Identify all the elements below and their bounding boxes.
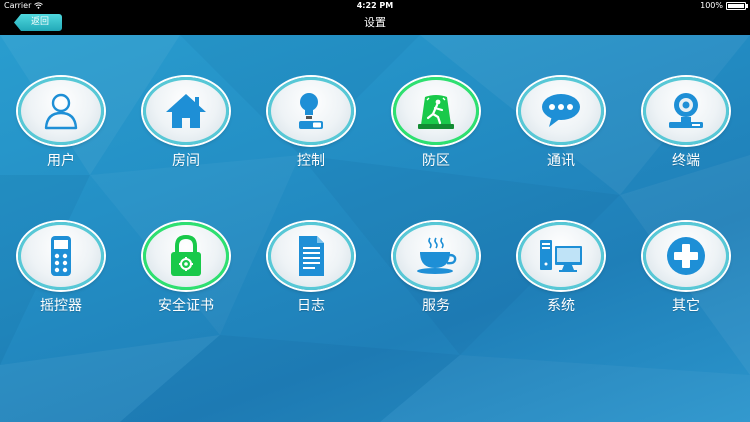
- menu-item-label: 终端: [672, 153, 700, 169]
- webcam-icon: [669, 93, 703, 128]
- navigation-bar: 设置 返回: [0, 11, 750, 35]
- menu-item-circle: [643, 77, 729, 145]
- log-document-icon: [299, 236, 324, 276]
- menu-item-label: 服务: [422, 298, 450, 314]
- menu-item-label: 控制: [297, 153, 325, 169]
- menu-item-circle: [393, 77, 479, 145]
- menu-item-circle: [18, 77, 104, 145]
- menu-item-circle: [268, 222, 354, 290]
- page-title: 设置: [364, 16, 386, 29]
- menu-item-label: 防区: [422, 153, 450, 169]
- menu-item-zone[interactable]: 防区: [381, 77, 491, 170]
- user-icon: [44, 93, 78, 130]
- plus-cross-icon: [667, 237, 705, 275]
- menu-item-circle: [143, 77, 229, 145]
- status-bar: Carrier 4:22 PM 100%: [0, 0, 750, 11]
- menu-item-log[interactable]: 日志: [256, 222, 366, 315]
- status-time: 4:22 PM: [356, 1, 394, 10]
- menu-item-circle: [518, 222, 604, 290]
- menu-item-label: 日志: [297, 298, 325, 314]
- menu-item-label: 房间: [172, 153, 200, 169]
- menu-item-label: 其它: [672, 298, 700, 314]
- status-right: 100%: [700, 0, 748, 11]
- menu-item-label: 用户: [47, 153, 75, 169]
- menu-item-circle: [518, 77, 604, 145]
- battery-percent: 100%: [700, 1, 723, 10]
- menu-item-label: 通讯: [547, 153, 575, 169]
- menu-item-circle: [143, 222, 229, 290]
- battery-icon: [726, 1, 748, 10]
- menu-item-service[interactable]: 服务: [381, 222, 491, 315]
- computer-icon: [540, 240, 582, 272]
- menu-item-remote[interactable]: 摇控器: [6, 222, 116, 315]
- menu-item-system[interactable]: 系统: [506, 222, 616, 315]
- menu-item-control[interactable]: 控制: [256, 77, 366, 170]
- home-icon: [166, 94, 206, 128]
- menu-item-room[interactable]: 房间: [131, 77, 241, 170]
- lock-icon: [171, 234, 201, 276]
- back-button[interactable]: 返回: [14, 14, 62, 31]
- remote-control-icon: [51, 236, 71, 276]
- menu-item-circle: [268, 77, 354, 145]
- bulb-switch-icon: [299, 93, 323, 129]
- coffee-cup-icon: [417, 237, 457, 274]
- menu-item-label: 摇控器: [40, 298, 82, 314]
- menu-item-circle: [393, 222, 479, 290]
- menu-item-user[interactable]: 用户: [6, 77, 116, 170]
- menu-item-label: 系统: [547, 298, 575, 314]
- chat-bubble-icon: [542, 94, 580, 127]
- menu-item-circle: [18, 222, 104, 290]
- alarm-zone-icon: [418, 95, 454, 129]
- menu-item-label: 安全证书: [158, 298, 214, 314]
- menu-item-terminal[interactable]: 终端: [631, 77, 741, 170]
- menu-item-certificate[interactable]: 安全证书: [131, 222, 241, 315]
- menu-item-communication[interactable]: 通讯: [506, 77, 616, 170]
- menu-item-circle: [643, 222, 729, 290]
- menu-item-other[interactable]: 其它: [631, 222, 741, 315]
